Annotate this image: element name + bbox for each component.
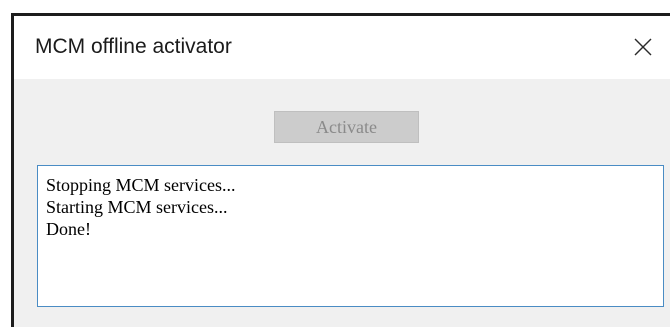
- log-line: Done!: [46, 219, 91, 239]
- log-line: Stopping MCM services...: [46, 175, 236, 195]
- dialog-window: MCM offline activator Activate Stopping …: [11, 13, 670, 327]
- close-button[interactable]: [622, 16, 670, 79]
- activate-button[interactable]: Activate: [274, 111, 419, 143]
- dialog-body: Activate Stopping MCM services... Starti…: [14, 79, 670, 327]
- log-output[interactable]: Stopping MCM services... Starting MCM se…: [37, 165, 664, 307]
- window-title: MCM offline activator: [35, 35, 232, 58]
- close-icon: [634, 38, 652, 56]
- log-line: Starting MCM services...: [46, 197, 228, 217]
- title-bar[interactable]: MCM offline activator: [14, 16, 670, 79]
- screen: MCM offline activator Activate Stopping …: [0, 0, 670, 327]
